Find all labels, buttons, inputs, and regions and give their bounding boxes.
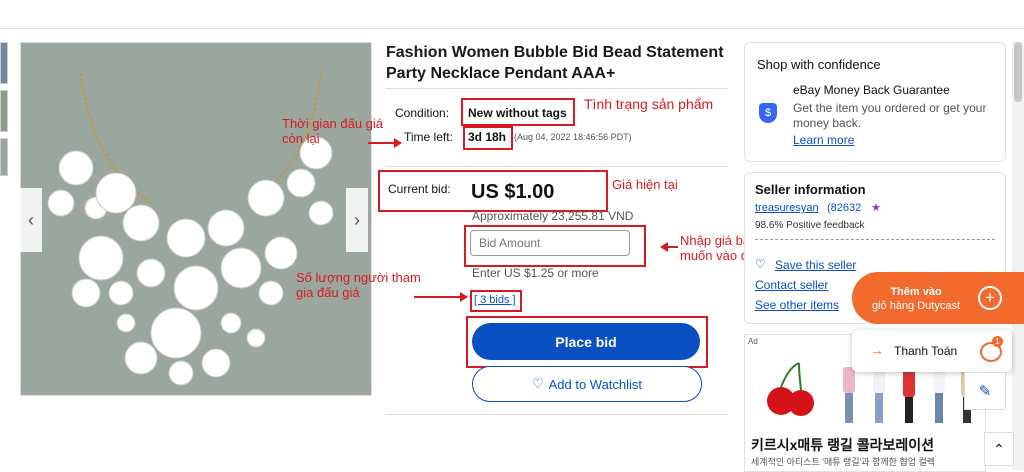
product-image[interactable] xyxy=(20,42,372,396)
arrow-line xyxy=(368,142,396,144)
divider xyxy=(28,28,1004,29)
product-title: Fashion Women Bubble Bid Bead Statement … xyxy=(386,44,724,82)
annotation-condition: Tình trạng sản phẩm xyxy=(584,96,714,112)
approx-price: Approximately 23,255.81 VND xyxy=(472,209,634,223)
scroll-top-button[interactable]: ⌃ xyxy=(984,432,1014,466)
chevron-up-icon: ⌃ xyxy=(993,440,1005,457)
learn-more-link[interactable]: Learn more xyxy=(793,133,854,147)
current-bid-value: US $1.00 xyxy=(471,181,555,203)
chevron-right-icon: › xyxy=(354,209,360,230)
ad-label: Ad xyxy=(748,337,758,346)
heart-icon: ♡ xyxy=(755,257,766,271)
cart-count-badge: 1 xyxy=(992,336,1003,347)
thumbnail[interactable] xyxy=(0,42,8,84)
condition-label: Condition: xyxy=(395,106,450,120)
add-to-watchlist-button[interactable]: ♡ Add to Watchlist xyxy=(472,366,702,402)
contact-seller-link[interactable]: Contact seller xyxy=(755,278,828,292)
top-bar xyxy=(0,0,1024,29)
other-items-link[interactable]: See other items xyxy=(755,298,839,312)
ad-subline: 세계적인 아티스트 '매튜 랭길'과 함께한 협업 컬렉 xyxy=(751,457,936,467)
ad-headline: 키르시x매튜 랭길 콜라보레이션 xyxy=(751,437,935,453)
divider xyxy=(386,414,728,415)
guarantee-text: Get the item you ordered or get your mon… xyxy=(793,101,987,130)
seller-name-link[interactable]: treasuresyan xyxy=(755,202,819,214)
annotation-current-bid: Giá hiện tại xyxy=(612,177,678,192)
seller-score: (82632 xyxy=(827,202,862,214)
arrow-right-icon xyxy=(460,292,468,302)
add-to-cart-float-button[interactable]: Thêm vào giỏ hàng Dutycast + xyxy=(852,272,1024,324)
cart-line2: giỏ hàng Dutycast xyxy=(871,300,961,312)
thumbnail[interactable] xyxy=(0,90,8,132)
arrow-right-icon xyxy=(394,138,402,148)
place-bid-button[interactable]: Place bid xyxy=(472,323,700,360)
checkout-label: Thanh Toán xyxy=(894,344,958,358)
scrollbar-thumb[interactable] xyxy=(1014,42,1022,102)
divider xyxy=(386,166,728,167)
divider xyxy=(755,239,995,240)
arrow-right-icon: → xyxy=(870,342,884,358)
chevron-left-icon: ‹ xyxy=(28,209,34,230)
thumbnail[interactable] xyxy=(0,138,8,176)
cart-line1: Thêm vào xyxy=(890,286,942,298)
prev-image-arrow[interactable]: ‹ xyxy=(20,188,42,252)
save-seller-link[interactable]: Save this seller xyxy=(775,258,856,272)
star-icon: ★ xyxy=(871,202,881,214)
heart-icon: ♡ xyxy=(531,376,544,391)
edit-icon: ✎ xyxy=(978,383,992,400)
guarantee-title: eBay Money Back Guarantee xyxy=(793,83,950,97)
edit-button[interactable]: ✎ xyxy=(964,372,1006,410)
next-image-arrow[interactable]: › xyxy=(346,188,368,252)
shield-icon: $ xyxy=(759,103,777,123)
checkout-float-button[interactable]: → Thanh Toán 1 xyxy=(852,330,1012,372)
watchlist-label: Add to Watchlist xyxy=(548,376,643,392)
condition-value: New without tags xyxy=(468,106,567,120)
confidence-heading: Shop with confidence xyxy=(757,57,881,72)
bids-link[interactable]: [ 3 bids ] xyxy=(474,294,516,306)
time-left-value: 3d 18h xyxy=(468,130,507,144)
divider xyxy=(386,88,728,89)
seller-heading: Seller information xyxy=(755,182,866,197)
current-bid-label: Current bid: xyxy=(388,182,451,196)
seller-feedback: 98.6% Positive feedback xyxy=(755,220,865,231)
scrollbar[interactable] xyxy=(1012,42,1024,470)
arrow-line xyxy=(668,246,678,248)
confidence-panel: Shop with confidence $ eBay Money Back G… xyxy=(744,42,1006,162)
time-left-label: Time left: xyxy=(404,130,453,144)
arrow-left-icon xyxy=(660,242,668,252)
bid-hint: Enter US $1.25 or more xyxy=(472,266,599,280)
arrow-line xyxy=(414,296,462,298)
bid-amount-input[interactable] xyxy=(470,230,630,256)
time-left-date: (Aug 04, 2022 18:46:56 PDT) xyxy=(514,132,632,142)
plus-icon: + xyxy=(978,286,1002,310)
